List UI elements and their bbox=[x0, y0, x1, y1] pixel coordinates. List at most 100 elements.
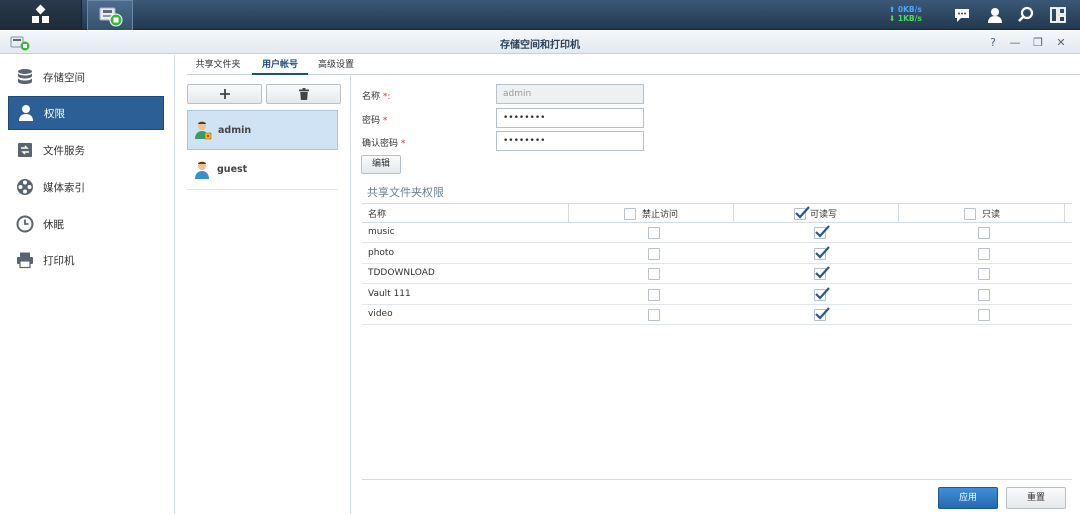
user-row-admin[interactable]: admin bbox=[187, 110, 338, 150]
table-row: photo bbox=[362, 244, 1072, 264]
search-icon bbox=[1018, 6, 1034, 22]
sidebar-item-label: 打印机 bbox=[43, 254, 75, 267]
name-field[interactable]: admin bbox=[496, 84, 644, 104]
sidebar-item-label: 文件服务 bbox=[43, 144, 85, 157]
table-row: music bbox=[362, 223, 1072, 243]
password-field[interactable]: •••••••• bbox=[496, 108, 644, 128]
search-button[interactable] bbox=[1016, 5, 1036, 25]
delete-user-button[interactable] bbox=[266, 84, 341, 104]
file-service-icon bbox=[16, 141, 34, 159]
header-deny-checkbox[interactable] bbox=[624, 207, 636, 220]
ro-checkbox[interactable] bbox=[978, 227, 990, 239]
sidebar-item-file-services[interactable]: 文件服务 bbox=[8, 133, 164, 167]
table-row: Vault 111 bbox=[362, 285, 1072, 305]
film-reel-icon bbox=[16, 178, 34, 196]
user-name: guest bbox=[217, 164, 248, 175]
header-deny-cell: 禁止访问 bbox=[624, 204, 694, 223]
table-header: 名称 禁止访问 可读写 只读 bbox=[362, 203, 1072, 223]
network-speed: ⬆ 0KB/s ⬇ 1KB/s bbox=[889, 5, 929, 23]
storage-printer-app-icon bbox=[99, 7, 123, 26]
header-rw-checkbox[interactable] bbox=[794, 205, 810, 220]
main-menu-icon bbox=[31, 4, 50, 24]
ro-checkbox[interactable] bbox=[978, 288, 990, 301]
deny-checkbox[interactable] bbox=[648, 288, 660, 301]
window-title: 存储空间和打印机 bbox=[500, 40, 580, 51]
user-icon bbox=[17, 104, 35, 122]
tab-shared-folders[interactable]: 共享文件夹 bbox=[187, 55, 249, 75]
taskbar-app-storage-printer[interactable] bbox=[87, 0, 133, 30]
printer-icon bbox=[16, 251, 34, 269]
widgets-button[interactable] bbox=[1048, 5, 1068, 25]
apply-button[interactable]: 应用 bbox=[938, 487, 998, 509]
user-row-guest[interactable]: guest bbox=[187, 150, 338, 190]
help-button[interactable]: ? bbox=[985, 35, 1001, 50]
deny-checkbox[interactable] bbox=[648, 309, 660, 321]
sidebar-item-label: 存储空间 bbox=[43, 71, 85, 84]
tab-advanced-settings[interactable]: 高级设置 bbox=[311, 55, 361, 75]
tab-bar: 共享文件夹 用户帐号 高级设置 bbox=[187, 55, 1080, 75]
chat-button[interactable] bbox=[952, 5, 972, 25]
sidebar: 存储空间 权限 文件服务 媒体索引 休眠 打印机 bbox=[0, 55, 175, 514]
ro-checkbox[interactable] bbox=[978, 268, 990, 280]
header-deny-label: 禁止访问 bbox=[642, 210, 679, 220]
rw-checkbox[interactable] bbox=[814, 266, 830, 280]
folder-name: Vault 111 bbox=[368, 288, 411, 299]
sidebar-item-permissions[interactable]: 权限 bbox=[8, 96, 164, 130]
tab-user-accounts[interactable]: 用户帐号 bbox=[252, 55, 308, 75]
rw-checkbox[interactable] bbox=[814, 286, 830, 301]
header-name: 名称 bbox=[368, 210, 387, 220]
user-name: admin bbox=[218, 124, 252, 136]
deny-checkbox[interactable] bbox=[648, 227, 660, 239]
main-menu-button[interactable] bbox=[0, 0, 82, 30]
header-ro-cell: 只读 bbox=[964, 204, 1014, 223]
sidebar-item-label: 休眠 bbox=[43, 218, 64, 231]
header-rw-cell: 可读写 bbox=[794, 204, 864, 223]
sidebar-item-printer[interactable]: 打印机 bbox=[8, 243, 164, 277]
header-rw-label: 可读写 bbox=[810, 210, 838, 220]
table-row: video bbox=[362, 305, 1072, 325]
reset-button[interactable]: 重置 bbox=[1006, 487, 1066, 509]
rw-checkbox[interactable] bbox=[814, 307, 830, 321]
deny-checkbox[interactable] bbox=[648, 247, 660, 260]
plus-icon bbox=[219, 89, 230, 99]
shared-folder-permissions-title: 共享文件夹权限 bbox=[367, 186, 444, 199]
rw-checkbox[interactable] bbox=[814, 245, 830, 260]
header-ro-label: 只读 bbox=[982, 210, 1001, 220]
confirm-password-field[interactable]: •••••••• bbox=[496, 131, 644, 151]
user-menu-button[interactable] bbox=[985, 5, 1005, 25]
folder-name: photo bbox=[368, 247, 394, 258]
deny-checkbox[interactable] bbox=[648, 268, 660, 280]
net-upload: ⬆ 0KB/s bbox=[889, 5, 922, 14]
net-download: ⬇ 1KB/s bbox=[889, 14, 922, 23]
add-user-button[interactable] bbox=[187, 84, 262, 104]
footer-divider bbox=[362, 479, 1072, 480]
ro-checkbox[interactable] bbox=[978, 309, 990, 321]
rw-checkbox[interactable] bbox=[814, 225, 830, 239]
taskbar: ⬆ 0KB/s ⬇ 1KB/s bbox=[0, 0, 1080, 30]
guest-avatar-icon bbox=[193, 160, 211, 180]
edit-button[interactable]: 编辑 bbox=[361, 155, 401, 174]
sidebar-item-storage[interactable]: 存储空间 bbox=[8, 60, 164, 94]
table-row: TDDOWNLOAD bbox=[362, 264, 1072, 284]
folder-name: TDDOWNLOAD bbox=[368, 268, 435, 278]
sidebar-item-media-index[interactable]: 媒体索引 bbox=[8, 170, 164, 204]
folder-name: video bbox=[368, 309, 393, 319]
minimize-button[interactable]: — bbox=[1007, 35, 1023, 50]
restore-button[interactable]: ❐ bbox=[1030, 35, 1046, 50]
confirm-password-label: 确认密码 * bbox=[362, 139, 406, 149]
sidebar-item-hibernation[interactable]: 休眠 bbox=[8, 207, 164, 241]
folder-name: music bbox=[368, 227, 395, 237]
clock-icon bbox=[16, 215, 34, 233]
widgets-icon bbox=[1050, 7, 1066, 23]
window-titlebar: 存储空间和打印机 ? — ❐ ✕ bbox=[0, 31, 1080, 54]
ro-checkbox[interactable] bbox=[978, 247, 990, 260]
header-ro-checkbox[interactable] bbox=[964, 207, 976, 220]
close-button[interactable]: ✕ bbox=[1053, 35, 1069, 50]
sidebar-item-label: 权限 bbox=[44, 107, 65, 120]
user-icon bbox=[988, 8, 1002, 23]
user-list-panel: admin guest bbox=[187, 76, 351, 514]
chat-icon bbox=[955, 9, 969, 22]
admin-avatar-icon bbox=[194, 120, 212, 140]
database-icon bbox=[16, 68, 34, 86]
password-label: 密码 * bbox=[362, 116, 388, 126]
